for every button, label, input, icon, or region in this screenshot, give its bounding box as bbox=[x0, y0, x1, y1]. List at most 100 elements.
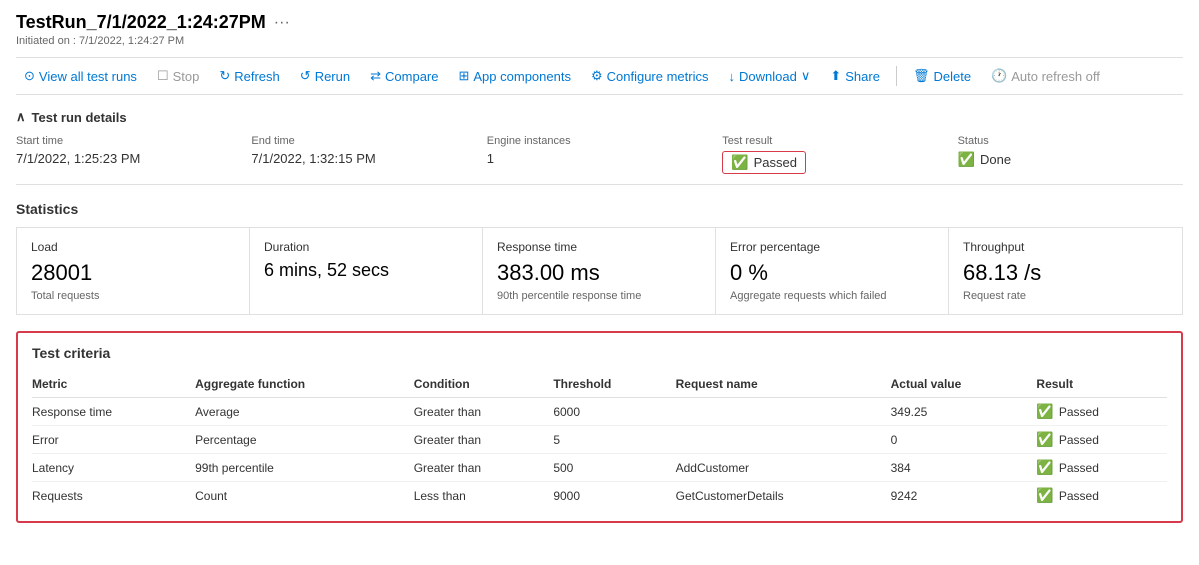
col-header-metric: Metric bbox=[32, 373, 195, 398]
load-label: Load bbox=[31, 240, 235, 254]
toolbar-separator bbox=[896, 66, 897, 86]
error-percentage-stat-card: Error percentage 0 % Aggregate requests … bbox=[716, 228, 949, 314]
response-time-value: 383.00 ms bbox=[497, 260, 701, 286]
share-icon: ⬆ bbox=[830, 68, 841, 84]
test-criteria-title: Test criteria bbox=[32, 345, 1167, 361]
criteria-row-3-col-4: GetCustomerDetails bbox=[676, 482, 891, 510]
criteria-row-2-col-1: 99th percentile bbox=[195, 454, 414, 482]
title-menu-button[interactable]: ··· bbox=[274, 14, 290, 32]
stop-icon: ☐ bbox=[157, 68, 169, 84]
criteria-row-2-col-5: 384 bbox=[891, 454, 1037, 482]
duration-value: 6 mins, 52 secs bbox=[264, 260, 468, 281]
criteria-table-row: Response timeAverageGreater than6000349.… bbox=[32, 398, 1167, 426]
test-result-cell: Test result ✅ Passed bbox=[722, 135, 947, 174]
start-time-cell: Start time 7/1/2022, 1:25:23 PM bbox=[16, 135, 241, 174]
col-header-condition: Condition bbox=[414, 373, 554, 398]
test-result-label: Test result bbox=[722, 135, 947, 147]
criteria-row-3-result: ✅Passed bbox=[1036, 482, 1167, 510]
col-header-result: Result bbox=[1036, 373, 1167, 398]
auto-refresh-button[interactable]: 🕐 Auto refresh off bbox=[983, 64, 1108, 88]
compare-button[interactable]: ⇄ Compare bbox=[362, 64, 446, 88]
delete-button[interactable]: 🗑 Delete bbox=[905, 64, 979, 88]
engine-instances-value: 1 bbox=[487, 151, 712, 166]
criteria-row-3-col-1: Count bbox=[195, 482, 414, 510]
toolbar: ⊙ View all test runs ☐ Stop ↻ Refresh ↺ … bbox=[16, 57, 1183, 95]
criteria-table-row: RequestsCountLess than9000GetCustomerDet… bbox=[32, 482, 1167, 510]
criteria-row-0-col-1: Average bbox=[195, 398, 414, 426]
download-button[interactable]: ↓ Download ∨ bbox=[721, 64, 819, 88]
criteria-row-2-col-0: Latency bbox=[32, 454, 195, 482]
compare-icon: ⇄ bbox=[370, 68, 381, 84]
done-check-icon: ✅ bbox=[958, 151, 975, 168]
error-percentage-value: 0 % bbox=[730, 260, 934, 286]
col-header-threshold: Threshold bbox=[553, 373, 675, 398]
test-result-badge: ✅ Passed bbox=[722, 151, 806, 174]
rerun-button[interactable]: ↺ Rerun bbox=[292, 64, 358, 88]
test-result-value: Passed bbox=[754, 155, 797, 170]
criteria-row-1-col-1: Percentage bbox=[195, 426, 414, 454]
end-time-cell: End time 7/1/2022, 1:32:15 PM bbox=[251, 135, 476, 174]
criteria-row-1-col-2: Greater than bbox=[414, 426, 554, 454]
criteria-row-0-col-0: Response time bbox=[32, 398, 195, 426]
load-sublabel: Total requests bbox=[31, 290, 235, 302]
page-title: TestRun_7/1/2022_1:24:27PM bbox=[16, 12, 266, 33]
criteria-row-2-col-3: 500 bbox=[553, 454, 675, 482]
throughput-label: Throughput bbox=[963, 240, 1168, 254]
load-value: 28001 bbox=[31, 260, 235, 286]
auto-refresh-icon: 🕐 bbox=[991, 68, 1007, 84]
result-check-icon: ✅ bbox=[1036, 403, 1053, 420]
response-time-label: Response time bbox=[497, 240, 701, 254]
status-text: Done bbox=[980, 152, 1011, 167]
throughput-value: 68.13 /s bbox=[963, 260, 1168, 286]
criteria-row-1-result: ✅Passed bbox=[1036, 426, 1167, 454]
status-label: Status bbox=[958, 135, 1183, 147]
end-time-value: 7/1/2022, 1:32:15 PM bbox=[251, 151, 476, 166]
criteria-row-3-col-3: 9000 bbox=[553, 482, 675, 510]
response-time-sublabel: 90th percentile response time bbox=[497, 290, 701, 302]
start-time-value: 7/1/2022, 1:25:23 PM bbox=[16, 151, 241, 166]
criteria-row-0-result: ✅Passed bbox=[1036, 398, 1167, 426]
configure-metrics-icon: ⚙ bbox=[591, 68, 603, 84]
criteria-row-3-col-0: Requests bbox=[32, 482, 195, 510]
statistics-title: Statistics bbox=[16, 201, 1183, 217]
criteria-row-3-col-2: Less than bbox=[414, 482, 554, 510]
delete-icon: 🗑 bbox=[913, 68, 930, 84]
configure-metrics-button[interactable]: ⚙ Configure metrics bbox=[583, 64, 717, 88]
test-criteria-section: Test criteria Metric Aggregate function … bbox=[16, 331, 1183, 523]
status-value: ✅ Done bbox=[958, 151, 1012, 168]
statistics-section: Statistics Load 28001 Total requests Dur… bbox=[16, 201, 1183, 315]
result-check-icon: ✅ bbox=[1036, 459, 1053, 476]
refresh-button[interactable]: ↻ Refresh bbox=[211, 64, 287, 88]
test-run-details-header[interactable]: ∧ Test run details bbox=[16, 109, 1183, 125]
share-button[interactable]: ⬆ Share bbox=[822, 64, 888, 88]
criteria-row-1-col-4 bbox=[676, 426, 891, 454]
statistics-grid: Load 28001 Total requests Duration 6 min… bbox=[16, 227, 1183, 315]
app-components-button[interactable]: ⊞ App components bbox=[450, 64, 578, 88]
response-time-stat-card: Response time 383.00 ms 90th percentile … bbox=[483, 228, 716, 314]
stop-button[interactable]: ☐ Stop bbox=[149, 64, 207, 88]
duration-label: Duration bbox=[264, 240, 468, 254]
error-percentage-label: Error percentage bbox=[730, 240, 934, 254]
throughput-sublabel: Request rate bbox=[963, 290, 1168, 302]
criteria-row-1-col-5: 0 bbox=[891, 426, 1037, 454]
view-all-runs-button[interactable]: ⊙ View all test runs bbox=[16, 64, 145, 88]
rerun-icon: ↺ bbox=[300, 68, 311, 84]
criteria-table: Metric Aggregate function Condition Thre… bbox=[32, 373, 1167, 509]
start-time-label: Start time bbox=[16, 135, 241, 147]
end-time-label: End time bbox=[251, 135, 476, 147]
chevron-down-icon: ∧ bbox=[16, 109, 26, 125]
col-header-request-name: Request name bbox=[676, 373, 891, 398]
criteria-table-row: ErrorPercentageGreater than50✅Passed bbox=[32, 426, 1167, 454]
refresh-icon: ↻ bbox=[219, 68, 230, 84]
result-check-icon: ✅ bbox=[1036, 487, 1053, 504]
criteria-row-2-result: ✅Passed bbox=[1036, 454, 1167, 482]
download-chevron-icon: ∨ bbox=[801, 68, 811, 84]
criteria-table-row: Latency99th percentileGreater than500Add… bbox=[32, 454, 1167, 482]
criteria-table-header-row: Metric Aggregate function Condition Thre… bbox=[32, 373, 1167, 398]
criteria-row-1-col-3: 5 bbox=[553, 426, 675, 454]
criteria-row-0-col-3: 6000 bbox=[553, 398, 675, 426]
error-percentage-sublabel: Aggregate requests which failed bbox=[730, 290, 934, 302]
criteria-row-2-col-2: Greater than bbox=[414, 454, 554, 482]
criteria-row-3-col-5: 9242 bbox=[891, 482, 1037, 510]
test-details-grid: Start time 7/1/2022, 1:25:23 PM End time… bbox=[16, 135, 1183, 185]
